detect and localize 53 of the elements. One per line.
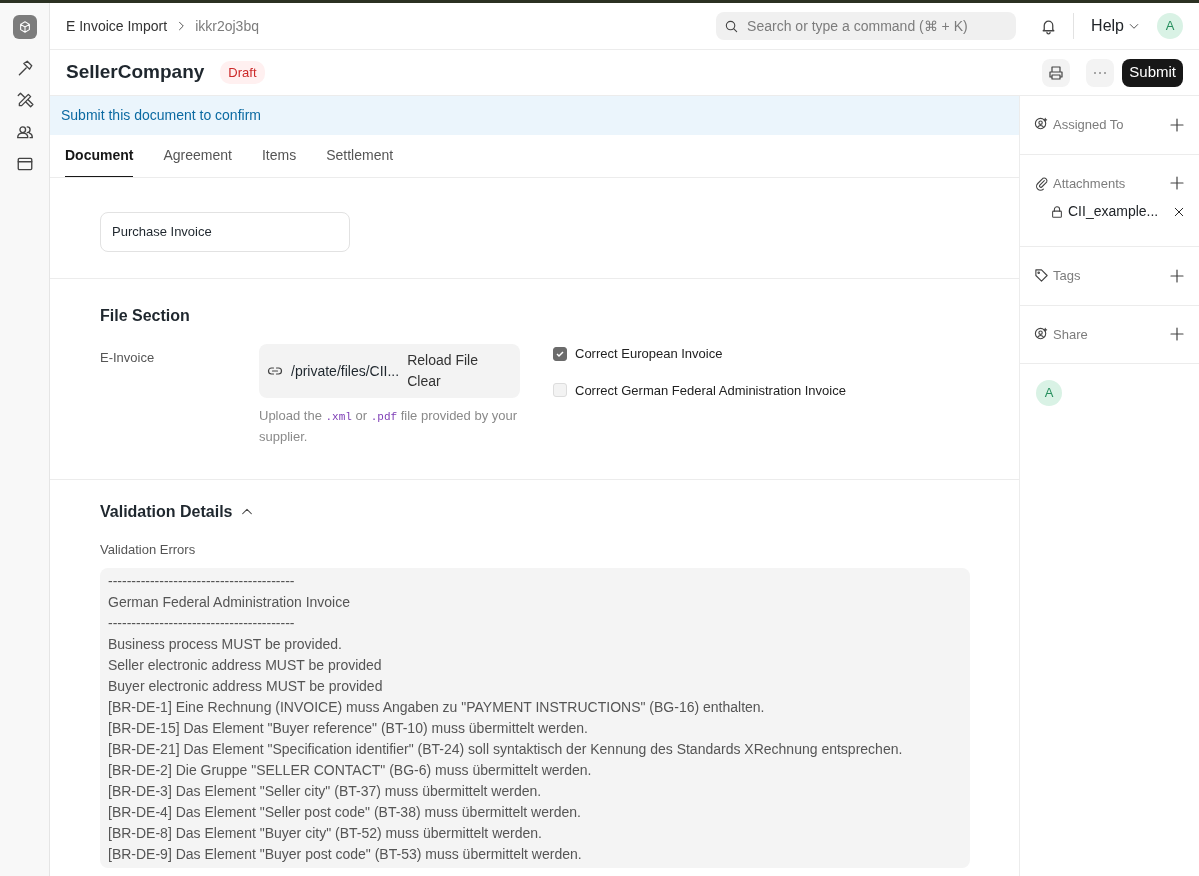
viewer-avatar: A xyxy=(1036,380,1062,406)
tab[interactable]: Items xyxy=(261,134,297,177)
field-label: Validation Errors xyxy=(100,541,197,559)
page-title: SellerCompany xyxy=(66,60,205,85)
search-icon xyxy=(724,18,740,34)
checkbox[interactable] xyxy=(553,346,567,361)
submit-button[interactable]: Submit xyxy=(1122,58,1183,87)
user-plus-icon xyxy=(1034,326,1049,342)
plus-icon xyxy=(1169,175,1185,192)
lock-icon xyxy=(1050,204,1064,219)
dots-icon xyxy=(1094,70,1107,75)
section-title: File Section xyxy=(100,306,191,326)
sidebar-label: Share xyxy=(1053,325,1089,344)
file-action-link[interactable]: Reload File xyxy=(407,350,478,371)
checkbox-label: Correct European Invoice xyxy=(575,345,723,363)
file-action-link[interactable]: Clear xyxy=(407,371,478,392)
app-logo[interactable] xyxy=(12,15,37,39)
sidebar-label: Tags xyxy=(1053,267,1082,285)
add-button[interactable] xyxy=(1169,175,1185,192)
plus-icon xyxy=(1169,116,1185,133)
document-type-field[interactable]: Purchase Invoice xyxy=(100,212,350,252)
tab[interactable]: Agreement xyxy=(163,134,232,177)
users-icon[interactable] xyxy=(15,123,34,141)
breadcrumb-link[interactable]: E Invoice Import xyxy=(66,15,168,37)
tag-icon xyxy=(1034,268,1049,284)
tab[interactable]: Settlement xyxy=(326,134,394,177)
checkbox-label: Correct German Federal Administration Invoice xyxy=(575,381,846,400)
print-button[interactable] xyxy=(1042,58,1071,87)
plus-icon xyxy=(1169,267,1185,284)
search-field[interactable]: Search or type a command (⌘ + K) xyxy=(716,12,1017,40)
status-indicator: Draft xyxy=(220,60,265,85)
breadcrumb-link[interactable]: ikkr2oj3bq xyxy=(195,15,259,37)
window-icon[interactable] xyxy=(15,155,34,173)
sidebar-label: Attachments xyxy=(1053,174,1127,193)
checkmark-icon xyxy=(555,348,565,359)
close-icon[interactable] xyxy=(1173,205,1185,218)
pencil-ruler-icon[interactable] xyxy=(15,91,34,109)
help-menu-button[interactable]: Help xyxy=(1090,13,1141,39)
user-avatar[interactable]: A xyxy=(1157,13,1183,39)
alert-message: Submit this document to confirm xyxy=(50,96,1019,135)
tab[interactable]: Document xyxy=(65,134,134,177)
section-title: Validation Details xyxy=(100,502,233,522)
help-text: Upload the .xml or .pdf file provided by your supplier. xyxy=(259,407,519,446)
validation-errors-field[interactable]: ---------------------------------------- German Federal Administration Invoice ---------------------------------------- Business process MUST be provided. Seller electronic address MUST be provided Buyer electronic address MUST be provided [BR-DE-1] Eine Rechnung (INVOICE) muss Angaben zu "PAYMENT INSTRUCTIONS" (BG-16) enthalten. [BR-DE-15] Das Element "Buyer reference" (BT-10) muss übermittelt werden. [BR-DE-21] Das Element "Specification identifier" (BT-24) soll syntaktisch der Kennung des Standards XRechnung entsprechen. [BR-DE-2] Die Gruppe "SELLER CONTACT" (BG-6) muss übermittelt werden. [BR-DE-3] Das Element "Seller city" (BT-37) muss übermittelt werden. [BR-DE-4] Das Element "Seller post code" (BT-38) muss übermittelt werden. [BR-DE-8] Das Element "Buyer city" (BT-52) muss übermittelt werden. [BR-DE-9] Das Element "Buyer post code" (BT-53) muss übermittelt werden. xyxy=(100,567,970,868)
paperclip-icon xyxy=(1034,175,1049,191)
plus-icon xyxy=(1169,326,1185,343)
add-button[interactable] xyxy=(1169,267,1185,284)
sidebar-label: Assigned To xyxy=(1053,116,1125,134)
add-button[interactable] xyxy=(1169,326,1185,343)
add-button[interactable] xyxy=(1169,116,1185,133)
attachment-link[interactable]: CII_example... xyxy=(1068,201,1169,222)
printer-icon xyxy=(1048,64,1065,81)
field-label: E-Invoice xyxy=(100,349,156,367)
